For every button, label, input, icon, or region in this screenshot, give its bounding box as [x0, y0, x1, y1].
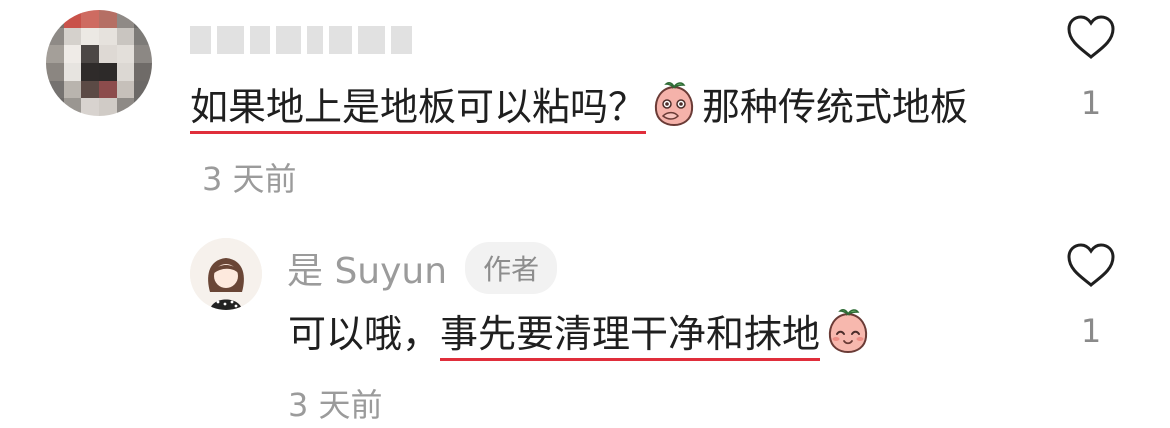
reply-text[interactable]: 可以哦，事先要清理干净和抹地	[288, 304, 876, 364]
avatar-pixel	[46, 10, 64, 28]
reply-timestamp: 3 天前	[288, 386, 383, 424]
author-badge: 作者	[465, 242, 558, 294]
avatar-pixel	[81, 62, 99, 81]
reply-like-control[interactable]: 1	[1061, 242, 1121, 350]
avatar-pixel	[46, 45, 64, 63]
avatar-pixel	[134, 10, 152, 28]
avatar-pixel	[46, 80, 64, 99]
avatar-pixel	[81, 27, 99, 46]
avatar-pixel	[134, 80, 152, 99]
avatar-pixel	[116, 45, 135, 63]
avatar-pixel	[134, 62, 152, 81]
peach-smile-emoji-icon	[828, 309, 868, 354]
avatar-pixel	[46, 62, 64, 81]
girl-avatar-icon	[190, 238, 262, 310]
avatar-pixel	[116, 62, 135, 81]
commenter-name-obscured[interactable]	[190, 22, 413, 58]
avatar-pixel	[116, 80, 135, 99]
comment-text-rest: 那种传统式地板	[702, 85, 969, 129]
avatar-pixel	[134, 27, 152, 46]
avatar-pixel	[81, 98, 99, 116]
avatar-pixel	[46, 98, 64, 116]
avatar-pixel	[63, 27, 82, 46]
peach-shy-emoji-icon	[654, 82, 694, 127]
avatar-pixel	[116, 27, 135, 46]
avatar-pixel	[81, 45, 99, 63]
avatar-pixel	[63, 45, 82, 63]
avatar-pixel	[98, 98, 117, 116]
heart-icon[interactable]	[1065, 14, 1117, 60]
comment-like-control[interactable]: 1	[1061, 14, 1121, 122]
author-name[interactable]: 是 Suyun	[287, 242, 447, 294]
comment-timestamp: 3 天前	[202, 160, 297, 198]
comment-text-underlined: 如果地上是地板可以粘吗？	[190, 85, 647, 134]
avatar-pixel	[63, 62, 82, 81]
avatar-pixel	[98, 80, 117, 99]
reply-like-count: 1	[1080, 312, 1102, 350]
avatar-pixel	[63, 98, 82, 116]
avatar-pixel	[98, 62, 117, 81]
comment-like-count: 1	[1080, 84, 1102, 122]
reply-text-underlined: 事先要清理干净和抹地	[440, 312, 821, 361]
author-avatar[interactable]	[190, 238, 262, 310]
commenter-avatar[interactable]	[46, 10, 152, 116]
avatar-pixel	[63, 10, 82, 28]
avatar-pixel	[116, 10, 135, 28]
avatar-pixel	[81, 80, 99, 99]
avatar-pixel	[98, 10, 117, 28]
reply-text-start: 可以哦，	[288, 312, 441, 356]
avatar-pixel	[63, 80, 82, 99]
avatar-pixel	[98, 45, 117, 63]
avatar-pixel	[134, 45, 152, 63]
avatar-pixel	[98, 27, 117, 46]
reply-header: 是 Suyun 作者	[287, 242, 558, 294]
avatar-pixel	[81, 10, 99, 28]
avatar-pixel	[134, 98, 152, 116]
avatar-pixel	[46, 27, 64, 46]
avatar-pixel	[116, 98, 135, 116]
comment-text[interactable]: 如果地上是地板可以粘吗？ 那种传统式地板 3 天前	[190, 72, 990, 214]
heart-icon[interactable]	[1065, 242, 1117, 288]
